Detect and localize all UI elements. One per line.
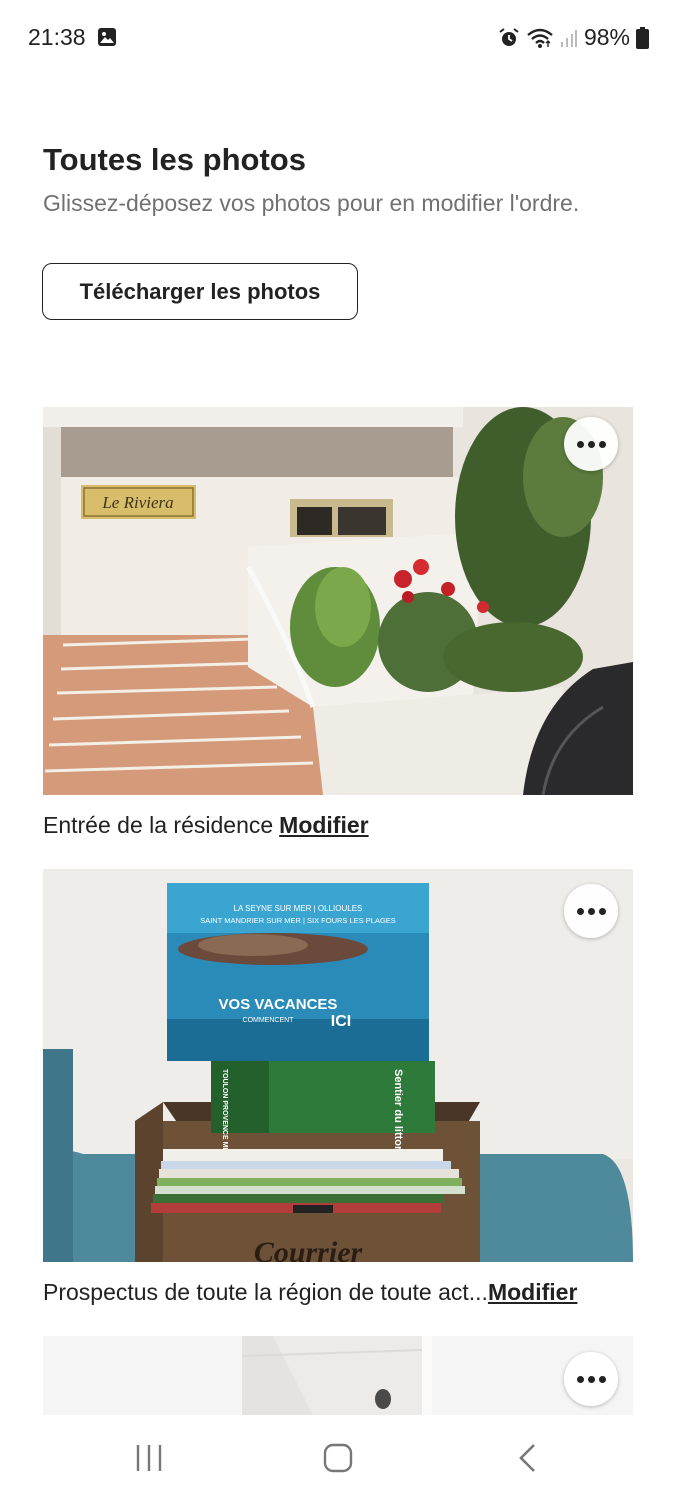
signal-icon xyxy=(560,29,577,47)
more-icon-dot xyxy=(587,907,595,915)
home-icon[interactable] xyxy=(323,1443,353,1473)
battery-percent: 98% xyxy=(583,24,630,50)
book-spine: Sentier du littoral xyxy=(392,1069,404,1159)
poster-line: ICI xyxy=(331,1013,351,1030)
battery-icon xyxy=(636,26,649,49)
more-icon-dot xyxy=(576,907,584,915)
status-time: 21:38 xyxy=(28,24,86,50)
more-icon-dot xyxy=(598,907,606,915)
more-icon-dot xyxy=(598,1375,606,1383)
page-title: Toutes les photos xyxy=(43,142,306,177)
back-icon[interactable] xyxy=(517,1443,537,1473)
recent-apps-icon[interactable] xyxy=(135,1443,163,1473)
gallery-icon xyxy=(98,28,116,46)
alarm-icon xyxy=(499,27,519,46)
more-icon-dot xyxy=(576,440,584,448)
brochures-photo: LA SEYNE SUR MER | OLLIOULES SAINT MANDR… xyxy=(43,869,633,1262)
more-icon-dot xyxy=(587,1375,595,1383)
poster-line: LA SEYNE SUR MER | OLLIOULES xyxy=(234,904,363,913)
photo-card-partial[interactable] xyxy=(43,1336,633,1415)
crate-text: Courrier xyxy=(254,1236,363,1262)
caption-text: Prospectus de toute la région de toute a… xyxy=(43,1279,488,1305)
more-icon-dot xyxy=(576,1375,584,1383)
wifi-icon xyxy=(527,28,553,48)
photo-options-button[interactable] xyxy=(564,417,618,471)
status-icons: 98% xyxy=(498,24,649,51)
more-icon-dot xyxy=(598,440,606,448)
edit-link[interactable]: Modifier xyxy=(488,1279,577,1306)
entrance-photo: Le Riviera xyxy=(43,407,633,795)
upload-photos-button[interactable]: Télécharger les photos xyxy=(42,263,358,320)
poster-line: VOS VACANCES xyxy=(219,996,338,1013)
caption-text: Entrée de la résidence xyxy=(43,812,274,838)
photo-options-button[interactable] xyxy=(564,884,618,938)
poster-line: COMMENCENT xyxy=(243,1017,295,1024)
photo-card-entrance[interactable]: Le Riviera xyxy=(43,407,633,795)
more-icon-dot xyxy=(587,440,595,448)
photo-caption: Prospectus de toute la région de toute a… xyxy=(43,1279,633,1306)
edit-link[interactable]: Modifier xyxy=(279,812,368,839)
partial-photo xyxy=(43,1336,633,1415)
poster-line: SAINT MANDRIER SUR MER | SIX FOURS LES P… xyxy=(200,916,396,925)
photo-options-button[interactable] xyxy=(564,1352,618,1406)
sign-text: Le Riviera xyxy=(101,493,173,512)
photo-caption: Entrée de la résidence Modifier xyxy=(43,812,633,839)
photo-card-brochures[interactable]: LA SEYNE SUR MER | OLLIOULES SAINT MANDR… xyxy=(43,869,633,1262)
navigation-bar xyxy=(0,1415,675,1500)
status-bar: 21:38 98% xyxy=(0,0,675,76)
page-subtitle: Glissez-déposez vos photos pour en modif… xyxy=(43,190,580,216)
